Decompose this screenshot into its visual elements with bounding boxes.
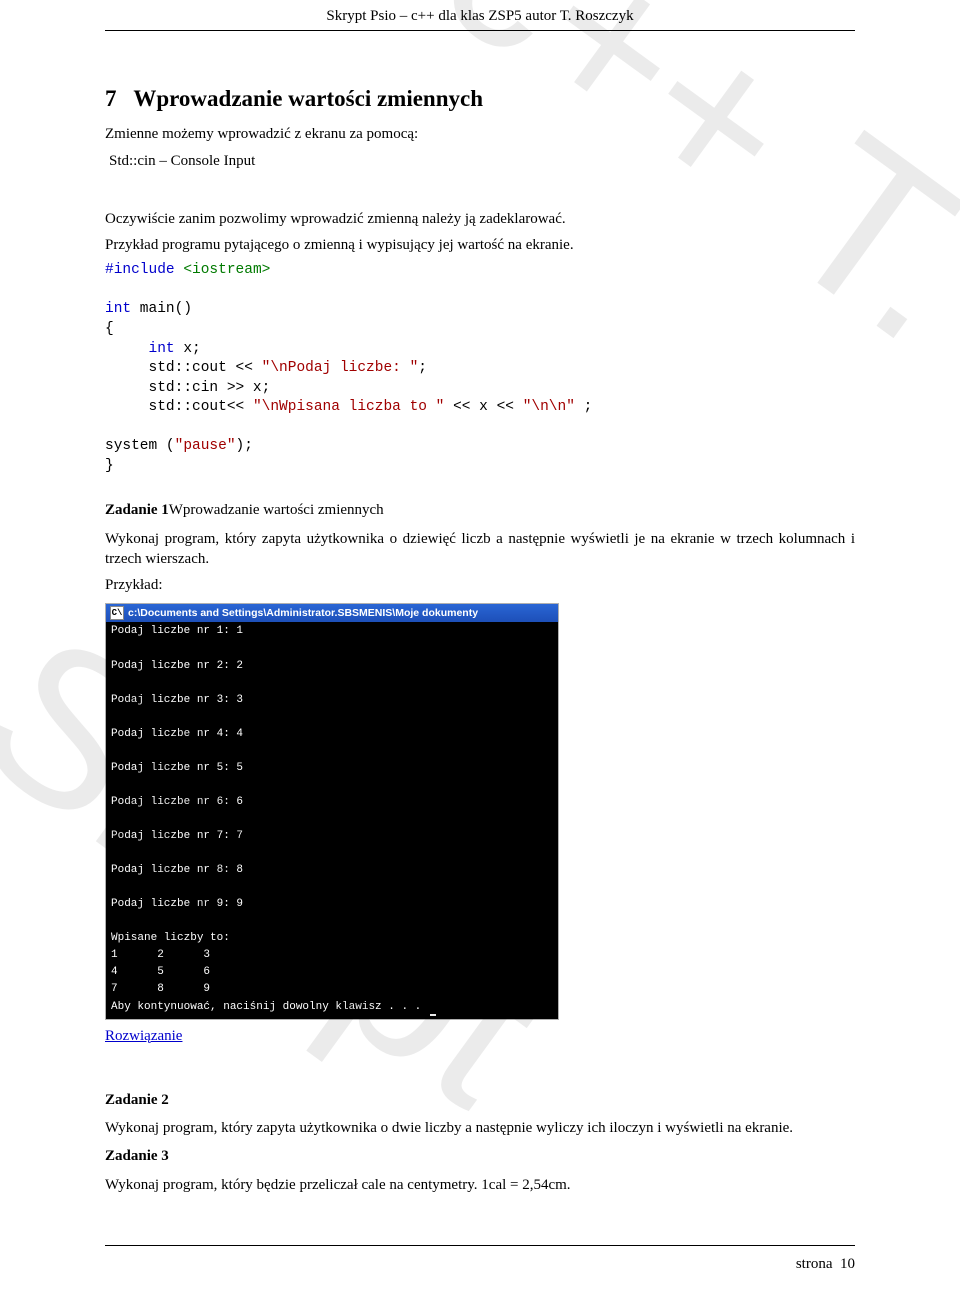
zadanie-3-title: Zadanie 3 (105, 1148, 169, 1164)
console-line: Podaj liczbe nr 6: 6 (111, 796, 243, 808)
code-text: main() (131, 301, 192, 317)
rozwiazanie-link-line: Rozwiązanie (105, 1026, 855, 1046)
zadanie-1-body: Wykonaj program, który zapyta użytkownik… (105, 529, 855, 570)
code-keyword: int (105, 341, 175, 357)
code-text: std::cin >> x; (105, 380, 270, 396)
code-string: "pause" (175, 438, 236, 454)
zadanie-1-title-line: Zadanie 1Wprowadzanie wartości zmiennych (105, 500, 855, 520)
console-line: Podaj liczbe nr 4: 4 (111, 728, 243, 740)
intro-4: Przykład programu pytającego o zmienną i… (105, 235, 855, 255)
footer-rule (105, 1245, 855, 1246)
page-header: Skrypt Psio – c++ dla klas ZSP5 autor T.… (105, 0, 855, 26)
console-title: c:\Documents and Settings\Administrator.… (128, 605, 478, 621)
code-text: std::cout << (105, 360, 262, 376)
console-line: Podaj liczbe nr 5: 5 (111, 762, 243, 774)
code-string: "\n\n" (523, 399, 575, 415)
console-line: Podaj liczbe nr 3: 3 (111, 694, 243, 706)
section-heading: 7 Wprowadzanie wartości zmiennych (105, 83, 855, 114)
console-line: Podaj liczbe nr 1: 1 (111, 625, 243, 637)
code-text: ); (236, 438, 253, 454)
cursor-icon (430, 1014, 436, 1016)
zadanie-2-title: Zadanie 2 (105, 1092, 169, 1108)
cmd-icon: C\ (110, 606, 124, 620)
code-keyword: #include (105, 262, 175, 278)
code-keyword: int (105, 301, 131, 317)
console-line: Wpisane liczby to: (111, 932, 230, 944)
code-text: } (105, 458, 114, 474)
code-include: <iostream> (175, 262, 271, 278)
console-line: Podaj liczbe nr 8: 8 (111, 864, 243, 876)
console-titlebar: C\ c:\Documents and Settings\Administrat… (106, 604, 558, 622)
code-text: system ( (105, 438, 175, 454)
zadanie-1-suffix: Wprowadzanie wartości zmiennych (169, 502, 384, 518)
example-label: Przykład: (105, 575, 855, 595)
zadanie-2-title-line: Zadanie 2 (105, 1090, 855, 1110)
console-window: C\ c:\Documents and Settings\Administrat… (105, 603, 559, 1019)
page: Skrypt c++ T. Roszczyk Skrypt Psio – c++… (0, 0, 960, 1314)
footer-page-number: 10 (840, 1256, 855, 1272)
console-line: Podaj liczbe nr 9: 9 (111, 898, 243, 910)
code-text: std::cout<< (105, 399, 253, 415)
code-string: "\nPodaj liczbe: " (262, 360, 419, 376)
console-line: 1 2 3 (111, 949, 210, 961)
zadanie-1-title: Zadanie 1 (105, 502, 169, 518)
code-text: { (105, 321, 114, 337)
code-text: x; (175, 341, 201, 357)
intro-1: Zmienne możemy wprowadzić z ekranu za po… (105, 124, 855, 144)
console-line: Podaj liczbe nr 2: 2 (111, 660, 243, 672)
console-line: 4 5 6 (111, 966, 210, 978)
console-line: Aby kontynuować, naciśnij dowolny klawis… (111, 1001, 428, 1013)
section-number: 7 (105, 86, 117, 111)
page-footer: strona 10 (105, 1254, 855, 1274)
code-string: "\nWpisana liczba to " (253, 399, 444, 415)
code-text: << x << (444, 399, 522, 415)
console-body: Podaj liczbe nr 1: 1 Podaj liczbe nr 2: … (106, 622, 558, 1018)
zadanie-3-body: Wykonaj program, który będzie przeliczał… (105, 1175, 855, 1195)
intro-2: Std::cin – Console Input (109, 151, 855, 171)
code-example: #include <iostream> int main() { int x; … (105, 261, 855, 476)
console-line: Podaj liczbe nr 7: 7 (111, 830, 243, 842)
code-text: ; (575, 399, 592, 415)
section-title-text: Wprowadzanie wartości zmiennych (133, 86, 483, 111)
intro-3: Oczywiście zanim pozwolimy wprowadzić zm… (105, 209, 855, 229)
header-rule (105, 30, 855, 31)
zadanie-2-body: Wykonaj program, który zapyta użytkownik… (105, 1118, 855, 1138)
code-text: ; (418, 360, 427, 376)
console-line: 7 8 9 (111, 983, 210, 995)
footer-label: strona (796, 1256, 833, 1272)
zadanie-3-title-line: Zadanie 3 (105, 1146, 855, 1166)
rozwiazanie-link[interactable]: Rozwiązanie (105, 1028, 182, 1044)
